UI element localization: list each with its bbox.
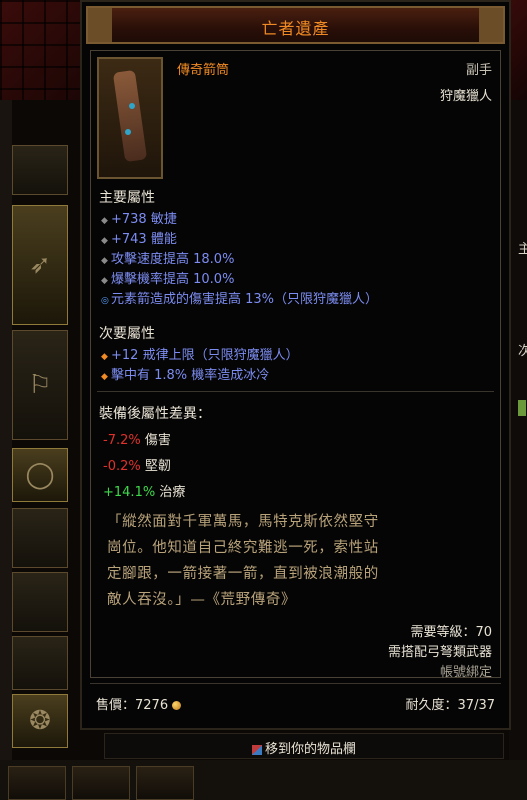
compare-row: +14.1% 治療	[103, 485, 186, 500]
amulet-icon: ❂	[29, 706, 51, 736]
weapon-requirement: 需搭配弓弩類武器	[387, 645, 492, 660]
inventory-slot[interactable]	[12, 572, 68, 632]
equipment-slot-ring[interactable]: ◯	[12, 448, 68, 502]
item-image-frame	[97, 57, 163, 179]
secondary-stat: ◆ 擊中有 1.8% 機率造成冰冷	[101, 368, 270, 383]
equipment-slot-amulet[interactable]: ❂	[12, 694, 68, 748]
tooltip-title-bar: 亡者遺產	[86, 6, 505, 44]
right-panel-edge	[509, 100, 527, 800]
inventory-icon	[251, 744, 262, 755]
inventory-slot[interactable]	[12, 508, 68, 568]
compare-heading: 裝備後屬性差異：	[99, 406, 211, 422]
compare-row: -0.2% 堅韌	[103, 459, 171, 474]
diamond-bullet-icon: ◆	[101, 352, 108, 362]
ring-icon: ◯	[25, 460, 55, 490]
tooltip-body: 傳奇箭筒 副手 狩魔獵人 主要屬性 ◆ +738 敏捷 ◆ +743 體能 ◆ 攻擊速…	[90, 50, 501, 680]
durability: 耐久度：37/37	[405, 698, 495, 713]
secondary-stat: ◆ +12 戒律上限（只限狩魔獵人）	[101, 348, 299, 363]
quiver-icon	[112, 69, 148, 163]
skill-slot[interactable]	[136, 766, 194, 800]
move-to-inventory-label: 移到你的物品欄	[264, 742, 356, 757]
right-panel-glyph: 次	[518, 344, 527, 359]
right-panel-indicator	[518, 400, 526, 416]
compare-row: -7.2% 傷害	[103, 433, 171, 448]
secondary-stats-heading: 次要屬性	[99, 326, 155, 342]
item-slot-type: 副手	[465, 63, 492, 78]
primary-stat: ◆ 爆擊機率提高 10.0%	[101, 272, 235, 287]
primary-stat: ◆ +743 體能	[101, 232, 177, 247]
equipment-slot[interactable]	[12, 145, 68, 195]
move-to-inventory-button[interactable]: 移到你的物品欄	[104, 733, 504, 759]
primary-stats-heading: 主要屬性	[99, 190, 155, 206]
diamond-bullet-icon: ◆	[101, 276, 108, 286]
inventory-slot[interactable]	[12, 636, 68, 690]
item-tooltip: 亡者遺產 傳奇箭筒 副手 狩魔獵人 主要屬性 ◆ +738 敏捷 ◆ +743 體能…	[80, 0, 511, 730]
divider	[97, 391, 494, 392]
primary-stat-legendary: ◎ 元素箭造成的傷害提高 13%（只限狩魔獵人）	[101, 292, 379, 307]
equipment-slot-boots[interactable]: ⚐	[12, 330, 68, 440]
background-window-art	[0, 0, 90, 100]
sell-price: 售價：7276	[96, 694, 182, 713]
legendary-affix-icon: ◎	[101, 296, 109, 306]
flavor-text: 「縱然面對千軍萬馬，馬特克斯依然堅守 崗位。他知道自己終究難逃一死，索性站 定腳…	[107, 514, 379, 608]
diamond-bullet-icon: ◆	[101, 236, 108, 246]
socket-gem-icon	[125, 129, 131, 135]
item-title: 亡者遺產	[261, 19, 330, 38]
level-requirement: 需要等級：70	[410, 625, 492, 640]
primary-stat: ◆ 攻擊速度提高 18.0%	[101, 252, 235, 267]
item-type-name: 傳奇箭筒	[177, 63, 230, 78]
quiver-icon: ➶	[29, 250, 51, 280]
boots-icon: ⚐	[28, 370, 52, 400]
gold-coin-icon	[172, 701, 182, 710]
inventory-left-strip	[0, 100, 12, 800]
item-class-requirement: 狩魔獵人	[439, 89, 492, 104]
diamond-bullet-icon: ◆	[101, 256, 108, 266]
socket-gem-icon	[129, 103, 135, 109]
account-bound: 帳號綁定	[439, 665, 492, 680]
right-panel-glyph: 主	[518, 242, 527, 257]
primary-stat: ◆ +738 敏捷	[101, 212, 177, 227]
equipment-slot-offhand[interactable]: ➶	[12, 205, 68, 325]
skill-slot[interactable]	[8, 766, 66, 800]
diamond-bullet-icon: ◆	[101, 216, 108, 226]
diamond-bullet-icon: ◆	[101, 372, 108, 382]
skill-slot[interactable]	[72, 766, 130, 800]
tooltip-footer: 售價：7276 耐久度：37/37	[90, 683, 501, 720]
